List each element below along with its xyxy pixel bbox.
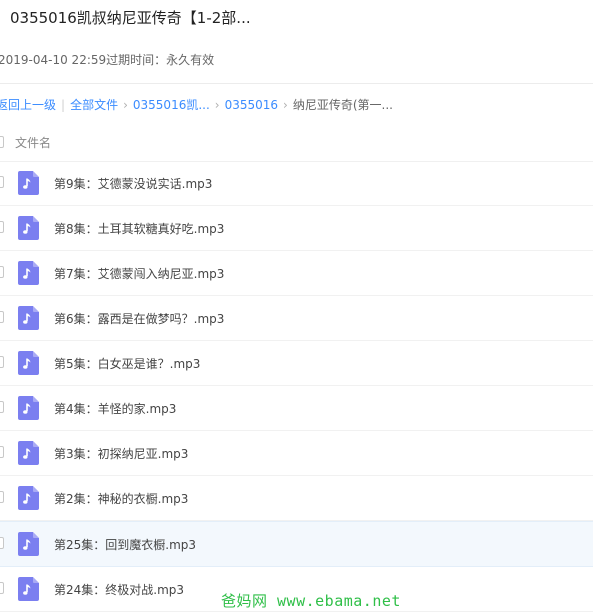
file-name-link[interactable]: 第3集：初探纳尼亚.mp3	[54, 445, 188, 462]
file-row[interactable]: 第8集：土耳其软糖真好吃.mp3	[0, 206, 593, 251]
breadcrumb-level-2[interactable]: 0355016	[225, 98, 278, 112]
file-name-link[interactable]: 第7集：艾德蒙闯入纳尼亚.mp3	[54, 265, 224, 282]
file-name-link[interactable]: 第9集：艾德蒙没说实话.mp3	[54, 175, 212, 192]
music-note-icon	[18, 171, 39, 195]
file-checkbox[interactable]	[0, 221, 4, 233]
share-meta: 2019-04-10 22:59过期时间：永久有效	[0, 51, 214, 68]
breadcrumb-current: 纳尼亚传奇(第一...	[292, 98, 393, 112]
music-note-icon	[18, 486, 39, 510]
music-note-icon	[18, 306, 39, 330]
file-checkbox[interactable]	[0, 582, 4, 594]
file-row[interactable]: 第5集：白女巫是谁？.mp3	[0, 341, 593, 386]
select-all-checkbox[interactable]	[0, 136, 4, 148]
music-note-icon	[18, 351, 39, 375]
file-checkbox[interactable]	[0, 537, 4, 549]
file-row[interactable]: 第2集：神秘的衣橱.mp3	[0, 476, 593, 521]
share-title: 0355016凯叔纳尼亚传奇【1-2部...	[10, 9, 251, 27]
file-row[interactable]: 第9集：艾德蒙没说实话.mp3	[0, 161, 593, 206]
breadcrumb: 返回上一级 | 全部文件 › 0355016凯... › 0355016 › 纳尼亚传奇(第一.…	[0, 96, 393, 113]
share-date: 2019-04-10 22:59	[0, 53, 107, 67]
file-checkbox[interactable]	[0, 266, 4, 278]
column-header-filename[interactable]: 文件名	[15, 134, 51, 151]
file-name-link[interactable]: 第24集：终极对战.mp3	[54, 581, 184, 598]
music-note-icon	[18, 261, 39, 285]
file-row[interactable]: 第4集：羊怪的家.mp3	[0, 386, 593, 431]
expire-value: 永久有效	[166, 53, 215, 67]
file-checkbox[interactable]	[0, 401, 4, 413]
file-name-link[interactable]: 第6集：露西是在做梦吗？.mp3	[54, 310, 224, 327]
file-checkbox[interactable]	[0, 311, 4, 323]
file-name-link[interactable]: 第4集：羊怪的家.mp3	[54, 400, 176, 417]
music-note-icon	[18, 216, 39, 240]
file-checkbox[interactable]	[0, 491, 4, 503]
file-checkbox[interactable]	[0, 176, 4, 188]
file-list: 第9集：艾德蒙没说实话.mp3 第8集：土耳其软糖真好吃.mp3 第7集：艾德蒙闯入…	[0, 161, 593, 612]
file-list-header: 文件名	[0, 123, 593, 162]
file-name-link[interactable]: 第5集：白女巫是谁？.mp3	[54, 355, 200, 372]
chevron-right-icon: ›	[283, 98, 288, 112]
file-checkbox[interactable]	[0, 446, 4, 458]
breadcrumb-divider: |	[61, 98, 66, 112]
music-note-icon	[18, 577, 39, 601]
file-row[interactable]: 第25集：回到魔衣橱.mp3	[0, 521, 593, 567]
music-note-icon	[18, 532, 39, 556]
breadcrumb-level-1[interactable]: 0355016凯...	[133, 98, 210, 112]
header-divider	[0, 83, 593, 84]
music-note-icon	[18, 396, 39, 420]
file-row[interactable]: 第3集：初探纳尼亚.mp3	[0, 431, 593, 476]
back-link[interactable]: 返回上一级	[0, 98, 56, 112]
expire-label: 过期时间：	[106, 53, 167, 67]
file-checkbox[interactable]	[0, 356, 4, 368]
watermark-text: 爸妈网 www.ebama.net	[221, 592, 401, 610]
file-name-link[interactable]: 第25集：回到魔衣橱.mp3	[54, 536, 196, 553]
chevron-right-icon: ›	[123, 98, 128, 112]
file-name-link[interactable]: 第8集：土耳其软糖真好吃.mp3	[54, 220, 224, 237]
breadcrumb-all-files[interactable]: 全部文件	[70, 98, 118, 112]
file-row[interactable]: 第6集：露西是在做梦吗？.mp3	[0, 296, 593, 341]
music-note-icon	[18, 441, 39, 465]
file-name-link[interactable]: 第2集：神秘的衣橱.mp3	[54, 490, 188, 507]
file-row[interactable]: 第7集：艾德蒙闯入纳尼亚.mp3	[0, 251, 593, 296]
chevron-right-icon: ›	[214, 98, 220, 112]
